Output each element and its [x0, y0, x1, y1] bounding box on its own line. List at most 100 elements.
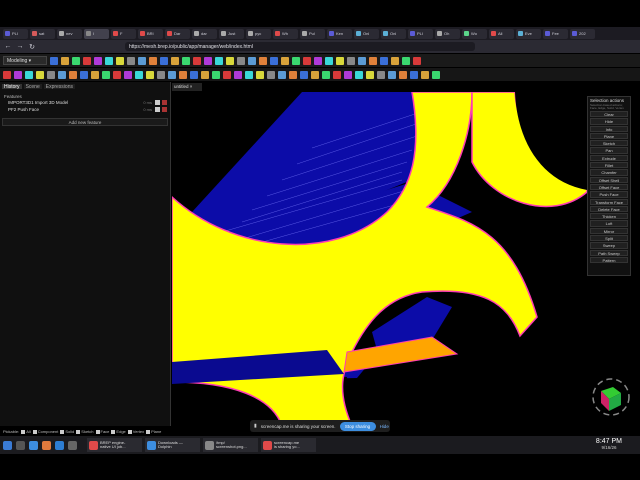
- feature-tool-icon[interactable]: [25, 70, 33, 79]
- browser-tab[interactable]: Wo: [462, 28, 487, 39]
- toolbar-tool-icon[interactable]: [182, 56, 190, 65]
- feature-tool-icon[interactable]: [80, 70, 88, 79]
- toolbar-tool-icon[interactable]: [61, 56, 69, 65]
- toolbar-tool-icon[interactable]: [292, 56, 300, 65]
- pickable-option[interactable]: Edge: [111, 429, 126, 434]
- url-bar[interactable]: https://mesh.brep.io/public/app/manager/…: [125, 42, 475, 51]
- feature-tool-icon[interactable]: [124, 70, 132, 79]
- toolbar-tool-icon[interactable]: [336, 56, 344, 65]
- app-icon[interactable]: [68, 440, 77, 450]
- pickable-checkbox[interactable]: [32, 429, 37, 434]
- feature-tool-icon[interactable]: [322, 70, 330, 79]
- feature-tool-icon[interactable]: [58, 70, 66, 79]
- feature-tool-icon[interactable]: [201, 70, 209, 79]
- toolbar-tool-icon[interactable]: [149, 56, 157, 65]
- feature-tool-icon[interactable]: [421, 70, 429, 79]
- browser-tab[interactable]: Wh: [273, 28, 298, 39]
- pickable-option[interactable]: Sketch: [76, 429, 94, 434]
- toolbar-tool-icon[interactable]: [50, 56, 58, 65]
- feature-tool-icon[interactable]: [69, 70, 77, 79]
- toolbar-tool-icon[interactable]: [325, 56, 333, 65]
- stop-sharing-button[interactable]: Stop sharing: [339, 421, 376, 431]
- pickable-checkbox[interactable]: [127, 429, 132, 434]
- reload-icon[interactable]: ↻: [28, 43, 36, 51]
- browser-tab[interactable]: Pul: [300, 28, 325, 39]
- browser-tab[interactable]: Just: [219, 28, 244, 39]
- feature-delete-icon[interactable]: [162, 107, 167, 112]
- feature-row[interactable]: IMPORT3D1 Import 3D Model 0 ms: [0, 99, 170, 106]
- selection-action-button[interactable]: Hide: [590, 118, 628, 125]
- feature-tool-icon[interactable]: [157, 70, 165, 79]
- toolbar-tool-icon[interactable]: [105, 56, 113, 65]
- selection-action-button[interactable]: Mirror: [590, 227, 628, 235]
- sidebar-tab[interactable]: Expressions: [43, 84, 75, 90]
- toolbar-tool-icon[interactable]: [94, 56, 102, 65]
- pickable-checkbox[interactable]: [60, 429, 65, 434]
- browser-tab[interactable]: 202: [570, 28, 595, 39]
- browser-tab[interactable]: dar: [192, 28, 217, 39]
- feature-tool-icon[interactable]: [267, 70, 275, 79]
- feature-tool-icon[interactable]: [300, 70, 308, 79]
- selection-action-button[interactable]: Info: [590, 125, 628, 132]
- browser-tab[interactable]: Eve: [516, 28, 541, 39]
- browser-tab[interactable]: Oh: [435, 28, 460, 39]
- app-icon[interactable]: [55, 440, 64, 450]
- selection-action-button[interactable]: Pattern: [590, 256, 628, 264]
- toolbar-tool-icon[interactable]: [347, 56, 355, 65]
- toolbar-tool-icon[interactable]: [369, 56, 377, 65]
- feature-row[interactable]: PF2 Push Face 0 ms: [0, 106, 170, 113]
- feature-tool-icon[interactable]: [212, 70, 220, 79]
- add-feature-button[interactable]: Add new feature: [2, 118, 168, 126]
- toolbar-tool-icon[interactable]: [314, 56, 322, 65]
- selection-action-button[interactable]: Delete Face: [590, 205, 628, 213]
- feature-tool-icon[interactable]: [223, 70, 231, 79]
- orange-face[interactable]: [343, 336, 459, 373]
- clock[interactable]: 8:47 PM 9/16/26: [596, 438, 622, 450]
- toolbar-tool-icon[interactable]: [248, 56, 256, 65]
- feature-tool-icon[interactable]: [355, 70, 363, 79]
- feature-tool-icon[interactable]: [234, 70, 242, 79]
- feature-visibility-checkbox[interactable]: [155, 107, 160, 112]
- browser-tab[interactable]: Onl: [381, 28, 406, 39]
- feature-tool-icon[interactable]: [168, 70, 176, 79]
- pickable-option[interactable]: Vertex: [127, 429, 144, 434]
- pickable-checkbox[interactable]: [111, 429, 116, 434]
- selection-action-button[interactable]: Thicken: [590, 213, 628, 220]
- toolbar-tool-icon[interactable]: [281, 56, 289, 65]
- selection-action-button[interactable]: Offset Face: [590, 183, 628, 191]
- forward-icon[interactable]: →: [16, 43, 24, 50]
- selection-action-button[interactable]: Split: [590, 235, 628, 242]
- back-icon[interactable]: ←: [4, 43, 12, 50]
- feature-tool-icon[interactable]: [289, 70, 297, 79]
- view-cube[interactable]: [591, 377, 631, 417]
- taskbar-window[interactable]: screencap.me is sharing yo...: [261, 438, 316, 452]
- selection-action-button[interactable]: Pan: [590, 147, 628, 154]
- model-render[interactable]: [172, 92, 640, 426]
- feature-tool-icon[interactable]: [14, 70, 22, 79]
- feature-visibility-checkbox[interactable]: [155, 100, 160, 105]
- taskbar-window[interactable]: BREP engine-native UI job...: [87, 438, 142, 452]
- taskbar-window[interactable]: Downloads — Dolphin: [145, 438, 200, 452]
- browser-tab[interactable]: All: [489, 28, 514, 39]
- feature-tool-icon[interactable]: [410, 70, 418, 79]
- toolbar-tool-icon[interactable]: [116, 56, 124, 65]
- feature-tool-icon[interactable]: [432, 70, 440, 79]
- selection-action-button[interactable]: Offset Shell: [590, 176, 628, 183]
- toolbar-tool-icon[interactable]: [127, 56, 135, 65]
- browser-tab[interactable]: Fee: [543, 28, 568, 39]
- feature-tool-icon[interactable]: [47, 70, 55, 79]
- feature-tool-icon[interactable]: [36, 70, 44, 79]
- selection-action-button[interactable]: Clear: [590, 111, 628, 118]
- feature-tool-icon[interactable]: [256, 70, 264, 79]
- selection-action-button[interactable]: Sketch: [590, 140, 628, 147]
- pickable-option[interactable]: Face: [95, 429, 109, 434]
- browser-tab[interactable]: F: [111, 28, 136, 39]
- selection-action-button[interactable]: Plane: [590, 132, 628, 140]
- feature-tool-icon[interactable]: [245, 70, 253, 79]
- pickable-checkbox[interactable]: [76, 429, 81, 434]
- start-menu-icon[interactable]: [3, 440, 12, 450]
- feature-tool-icon[interactable]: [146, 70, 154, 79]
- toolbar-tool-icon[interactable]: [193, 56, 201, 65]
- selection-action-button[interactable]: Chamfer: [590, 169, 628, 176]
- toolbar-tool-icon[interactable]: [138, 56, 146, 65]
